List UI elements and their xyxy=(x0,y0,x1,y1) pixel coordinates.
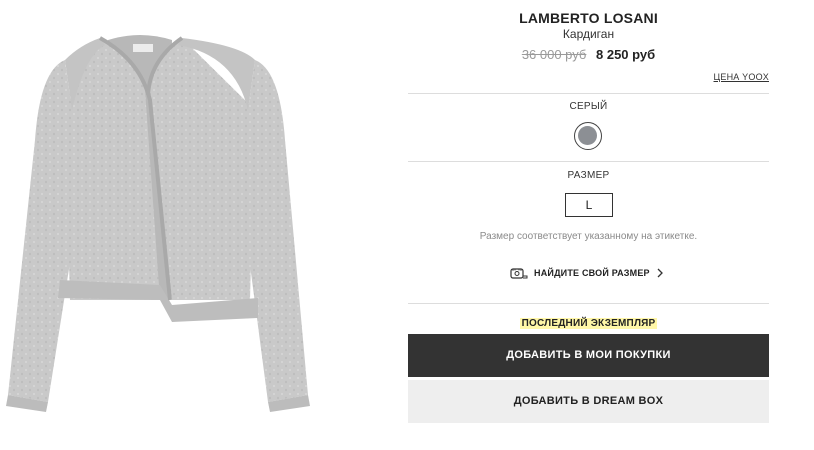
old-price: 36 000 руб xyxy=(521,47,587,62)
cardigan-image xyxy=(6,35,310,412)
add-to-cart-button[interactable]: ДОБАВИТЬ В МОИ ПОКУПКИ xyxy=(408,334,769,377)
measuring-tape-icon xyxy=(510,268,528,279)
find-size-label: НАЙДИТЕ СВОЙ РАЗМЕР xyxy=(534,268,650,278)
size-label: РАЗМЕР xyxy=(567,170,610,181)
availability-row: ПОСЛЕДНИЙ ЭКЗЕМПЛЯР xyxy=(408,313,769,331)
find-size-link[interactable]: НАЙДИТЕ СВОЙ РАЗМЕР xyxy=(510,264,665,282)
product-image[interactable] xyxy=(0,0,320,450)
sale-price: 8 250 руб xyxy=(596,47,656,62)
product-category: Кардиган xyxy=(562,27,615,41)
color-swatch[interactable] xyxy=(574,122,602,150)
brand-name[interactable]: LAMBERTO LOSANI xyxy=(408,10,769,26)
divider xyxy=(408,303,769,304)
color-swatch-fill xyxy=(578,126,597,145)
divider xyxy=(408,161,769,162)
last-item-badge: ПОСЛЕДНИЙ ЭКЗЕМПЛЯР xyxy=(519,318,658,329)
price-block: 36 000 руб 8 250 руб xyxy=(408,47,769,62)
divider xyxy=(408,93,769,94)
color-label: СЕРЫЙ xyxy=(569,101,608,112)
product-info-panel: LAMBERTO LOSANI Кардиган 36 000 руб 8 25… xyxy=(408,0,769,450)
size-option[interactable]: L xyxy=(565,193,613,217)
size-note: Размер соответствует указанному на этике… xyxy=(479,231,698,242)
add-to-dreambox-button[interactable]: ДОБАВИТЬ В DREAM BOX xyxy=(408,380,769,423)
chevron-right-icon xyxy=(657,268,663,278)
yoox-price-link[interactable]: ЦЕНА YOOX xyxy=(714,72,769,82)
